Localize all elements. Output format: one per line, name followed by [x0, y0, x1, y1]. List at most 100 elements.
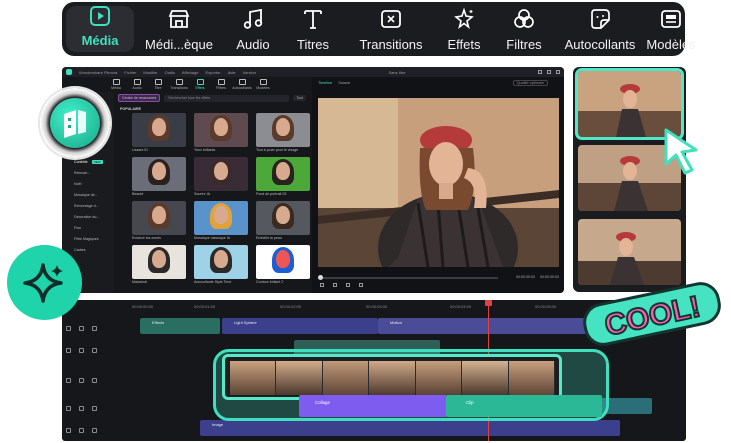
tool-tab-label: Autocollants	[232, 86, 252, 90]
minimize-icon[interactable]	[538, 70, 542, 74]
previous-frame-icon[interactable]	[320, 283, 324, 287]
menu-tools[interactable]: Outils	[165, 70, 175, 75]
eye-icon[interactable]	[92, 377, 97, 383]
sidebar-item-flou[interactable]: Flou	[62, 222, 114, 233]
library-search-input[interactable]: Rechercher tous les effets	[164, 94, 290, 102]
current-timecode: 00:00:00:00	[516, 275, 535, 279]
tool-tab-transitions[interactable]: Transitions	[169, 77, 189, 92]
sticker-icon	[238, 79, 246, 85]
effect-item[interactable]: Contour brillant 2	[256, 245, 310, 284]
track-controls	[66, 324, 116, 332]
category-filters[interactable]: Filtres	[490, 2, 558, 56]
eye-icon[interactable]	[92, 405, 97, 411]
quality-dropdown[interactable]: Qualité optimale	[512, 79, 548, 86]
lock-icon[interactable]	[79, 405, 84, 411]
thumbnail[interactable]	[578, 219, 681, 285]
menu-view[interactable]: Affichage	[182, 70, 199, 75]
lock-icon[interactable]	[79, 427, 84, 433]
menu-version[interactable]: Version	[243, 70, 256, 75]
sidebar-item-label: Contrôle	[74, 159, 88, 164]
timeline-clip-light-sphere[interactable]: Light Sphere	[222, 318, 378, 334]
play-icon[interactable]	[333, 283, 337, 287]
effect-item[interactable]: Lissant ID	[132, 113, 186, 152]
effect-item[interactable]: Fond de portrait 03	[256, 157, 310, 196]
lock-icon[interactable]	[79, 377, 84, 383]
timeline-clip-image[interactable]: Image	[200, 420, 620, 436]
effect-item[interactable]: Embellir la peau	[256, 201, 310, 240]
lock-icon[interactable]	[79, 347, 84, 353]
category-stock-media[interactable]: Médi...èque	[134, 2, 224, 56]
menu-export[interactable]: Exporter	[205, 70, 220, 75]
playback-scrubber[interactable]	[318, 275, 323, 280]
effect-item[interactable]: Tout à jouer pour le visage	[256, 113, 310, 152]
window-controls	[538, 70, 560, 74]
menu-file[interactable]: Fichier	[124, 70, 136, 75]
timeline-clip-effects[interactable]: Effects	[140, 318, 220, 334]
video-filmstrip	[230, 361, 555, 395]
effect-item[interactable]: Éclaircir les zones	[132, 201, 186, 240]
category-templates[interactable]: Modèles	[642, 2, 700, 56]
effect-item[interactable]: Beauté	[132, 157, 186, 196]
category-transitions[interactable]: Transitions	[344, 2, 438, 56]
tab-source[interactable]: Source	[338, 81, 350, 85]
stop-icon[interactable]	[359, 283, 363, 287]
tool-tab-filters[interactable]: Filtres	[211, 77, 231, 92]
category-audio[interactable]: Audio	[224, 2, 282, 56]
tool-tab-stickers[interactable]: Autocollants	[232, 77, 252, 92]
effect-item[interactable]: Sourire IA	[194, 157, 248, 196]
close-icon[interactable]	[556, 70, 560, 74]
effect-item[interactable]: Autocollants Style Time	[194, 245, 248, 284]
eye-icon[interactable]	[92, 427, 97, 433]
category-effects[interactable]: Effets	[438, 2, 490, 56]
library-toolbar: Centre de ressources Rechercher tous les…	[114, 92, 310, 104]
tool-tab-effects[interactable]: Effets	[190, 77, 210, 92]
effect-item[interactable]: Maladroit	[132, 245, 186, 284]
maximize-icon[interactable]	[547, 70, 551, 74]
sidebar-item-remontage[interactable]: Remontage d...	[62, 200, 114, 211]
eye-icon[interactable]	[92, 347, 97, 353]
category-stickers[interactable]: Autocollants	[558, 2, 642, 56]
next-frame-icon[interactable]	[346, 283, 350, 287]
tool-tab-title[interactable]: Titre	[148, 77, 168, 92]
effect-thumbnail	[256, 157, 310, 191]
library-filter-dropdown[interactable]: Tout	[293, 95, 306, 101]
category-media[interactable]: Média	[66, 6, 134, 52]
highlighted-video-clip[interactable]	[222, 354, 562, 400]
tool-tab-label: Filtres	[216, 86, 226, 90]
resource-center-button[interactable]: Centre de ressources	[118, 94, 161, 102]
sidebar-item-retouch[interactable]: Retouch...	[62, 167, 114, 178]
effect-label: Lissant ID	[132, 148, 148, 152]
timeline-clip-green[interactable]: Clip	[446, 395, 602, 417]
tool-tab-audio[interactable]: Audio	[127, 77, 147, 92]
timeline-clip-collage[interactable]: Collage	[299, 395, 447, 417]
sidebar-item-cadres[interactable]: Cadres	[62, 244, 114, 255]
playback-controls: 00:00:00:00 00:00:00:00	[318, 275, 559, 289]
effect-item[interactable]: Mosaïque classique IA	[194, 201, 248, 240]
tool-tab-media[interactable]: Média	[106, 77, 126, 92]
category-titles[interactable]: Titres	[282, 2, 344, 56]
tab-timeline[interactable]: Timeline	[318, 81, 332, 85]
effect-label: Maladroit	[132, 280, 147, 284]
sidebar-item-filtre-magiques[interactable]: Filtre Magiques	[62, 233, 114, 244]
sidebar-item-label: Mosaïque de...	[74, 192, 98, 197]
effect-label: Embellir la peau	[256, 236, 282, 240]
sidebar-item-mosaic[interactable]: Mosaïque de...	[62, 189, 114, 200]
preview-panel: Timeline Source Qualité optimale 00:00:0…	[312, 77, 564, 293]
menu-edit[interactable]: Modifier	[143, 70, 157, 75]
sidebar-item-decoration[interactable]: Décoration du...	[62, 211, 114, 222]
title-bar: Wondershare Filmora Fichier Modifier Out…	[62, 67, 564, 77]
playback-progress-bar[interactable]	[318, 277, 498, 279]
effects-grid: Lissant ID Yeux brillants Tout à jouer p…	[114, 113, 310, 284]
menu-help[interactable]: Aide	[228, 70, 236, 75]
sidebar-item-noel[interactable]: Noël	[62, 178, 114, 189]
preview-tabs: Timeline Source Qualité optimale	[312, 77, 564, 88]
lock-icon[interactable]	[79, 325, 84, 331]
eye-icon[interactable]	[92, 325, 97, 331]
track-type-icon	[66, 325, 71, 331]
tool-tab-templates[interactable]: Modèles	[253, 77, 273, 92]
category-label: Transitions	[359, 37, 423, 52]
effect-item[interactable]: Yeux brillants	[194, 113, 248, 152]
sidebar-item-label: Retouch...	[74, 170, 91, 175]
mouse-cursor-icon	[664, 128, 698, 175]
sticker-icon	[587, 6, 613, 32]
